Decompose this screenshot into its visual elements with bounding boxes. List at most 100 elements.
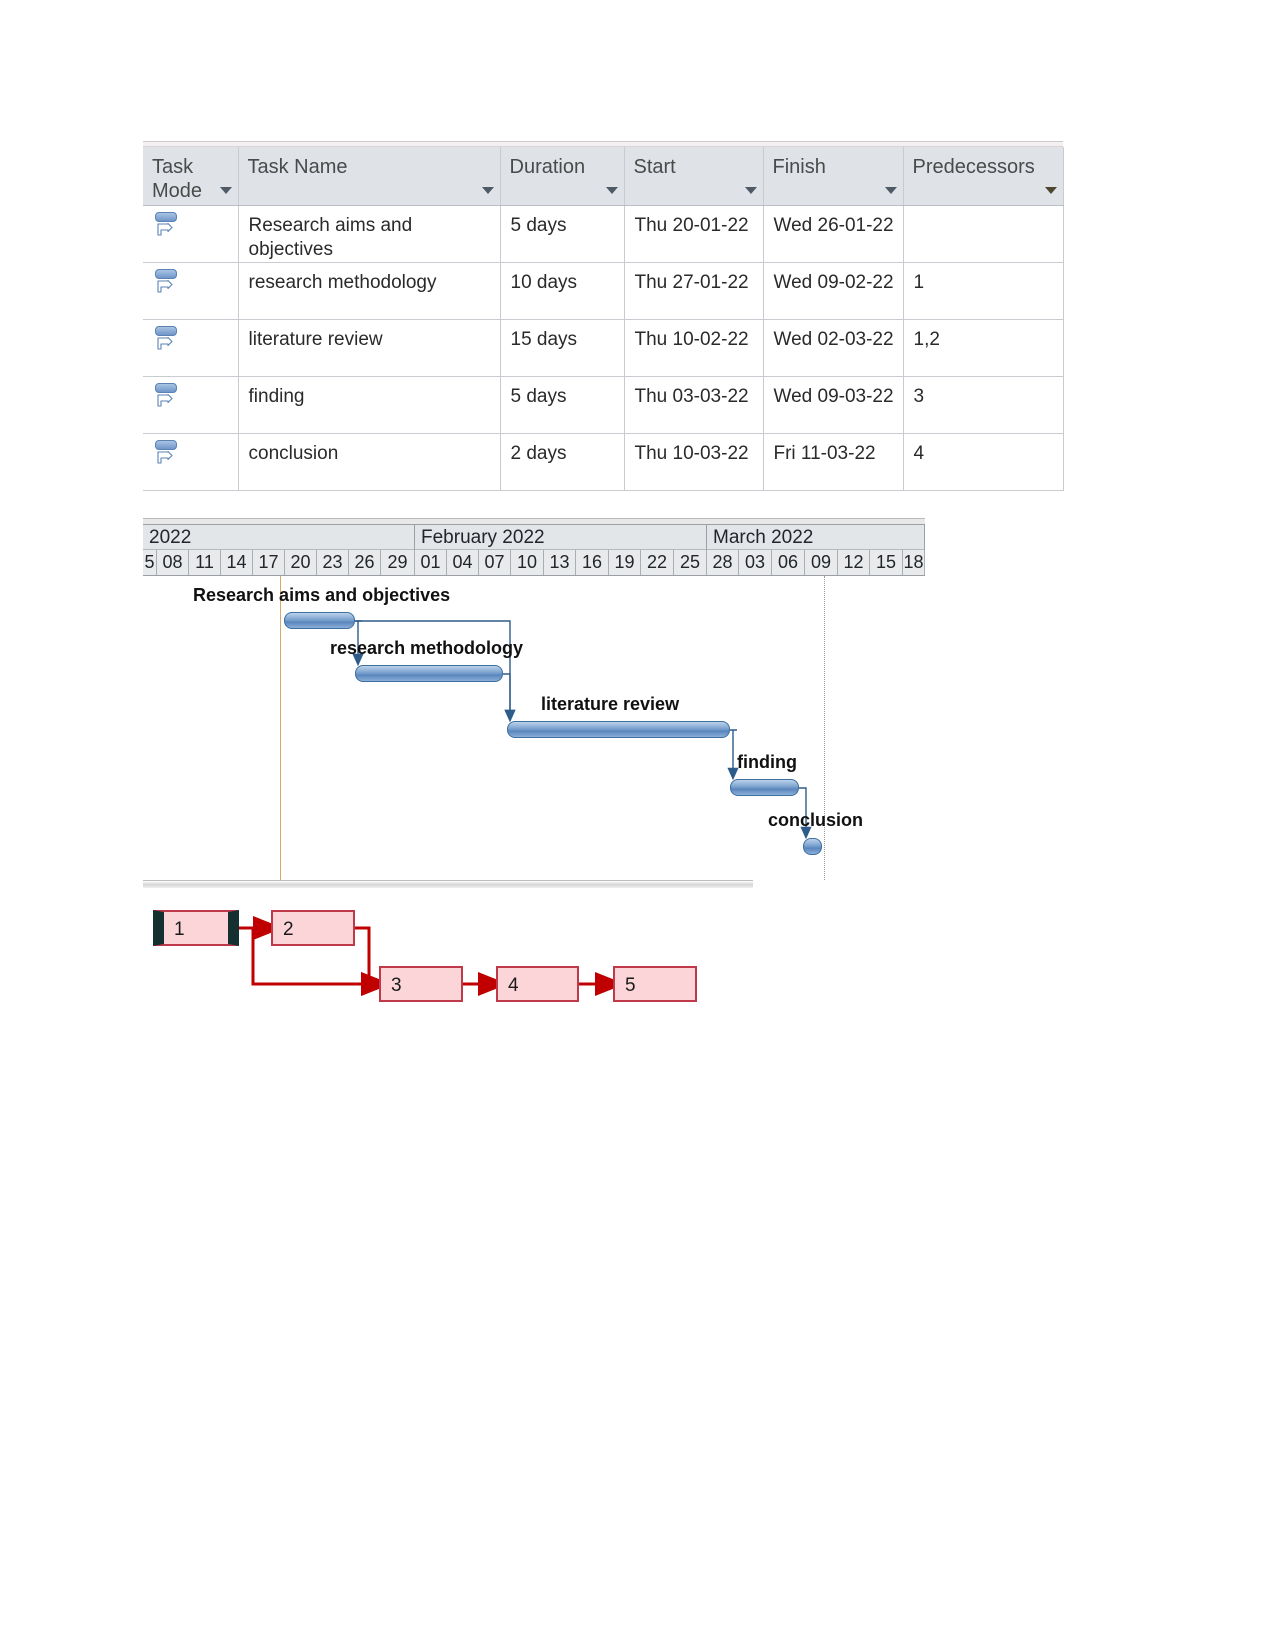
gantt-month-scale: 2022 February 2022 March 2022 <box>143 524 925 551</box>
gantt-bar-label: finding <box>737 752 797 772</box>
duration-text: 5 days <box>510 215 567 236</box>
cell-task-mode[interactable] <box>143 376 239 434</box>
table-header-row: Task Mode Task Name Duration Start Finis… <box>143 147 1064 206</box>
cell-predecessors[interactable]: 3 <box>903 376 1064 434</box>
gantt-bar[interactable] <box>284 612 355 629</box>
auto-schedule-icon[interactable] <box>155 212 181 240</box>
cell-start[interactable]: Thu 27-01-22 <box>624 262 764 320</box>
gantt-day-cell: 23 <box>317 550 349 575</box>
cell-task-name[interactable]: conclusion <box>238 433 501 491</box>
cell-task-name[interactable]: finding <box>238 376 501 434</box>
auto-schedule-icon[interactable] <box>155 269 181 297</box>
filter-caret-icon[interactable] <box>1044 187 1057 194</box>
column-header-task-mode[interactable]: Task Mode <box>143 147 239 206</box>
cell-finish[interactable]: Wed 09-02-22 <box>763 262 904 320</box>
cell-duration[interactable]: 5 days <box>500 205 625 263</box>
column-header-start-label: Start <box>633 156 676 178</box>
gantt-bar[interactable] <box>355 665 503 682</box>
gantt-day-cell: 03 <box>739 550 772 575</box>
gantt-chart: 2022 February 2022 March 2022 5 08 11 14 17 20 2… <box>143 518 925 888</box>
table-row[interactable]: conclusion 2 days Thu 10-03-22 Fri 11-03-22… <box>143 433 1064 491</box>
gantt-bar-label: research methodology <box>330 638 524 658</box>
gantt-bar[interactable] <box>803 838 822 855</box>
network-node[interactable]: 2 <box>271 910 355 946</box>
table-row[interactable]: literature review 15 days Thu 10-02-22 Wed … <box>143 319 1064 377</box>
gantt-link <box>727 729 739 781</box>
gantt-bar-label: conclusion <box>768 810 864 830</box>
column-header-task-name-label: Task Name <box>247 156 348 178</box>
cell-predecessors[interactable] <box>903 205 1064 263</box>
network-node[interactable]: 3 <box>379 966 463 1002</box>
column-header-predecessors-label: Predecessors <box>912 156 1035 178</box>
gantt-day-cell: 20 <box>285 550 317 575</box>
filter-caret-icon[interactable] <box>605 187 618 194</box>
column-header-predecessors[interactable]: Predecessors <box>903 147 1064 206</box>
cell-finish[interactable]: Fri 11-03-22 <box>763 433 904 491</box>
auto-schedule-icon[interactable] <box>155 383 181 411</box>
gantt-bar-label: Research aims and objectives <box>193 585 451 605</box>
gantt-bar-label: literature review <box>541 694 680 714</box>
task-name-text: finding <box>248 386 305 407</box>
cell-task-mode[interactable] <box>143 433 239 491</box>
network-node[interactable]: 5 <box>613 966 697 1002</box>
cell-task-name[interactable]: Research aims and objectives <box>238 205 501 263</box>
auto-schedule-arrow-icon <box>157 337 173 350</box>
gantt-bar[interactable] <box>507 721 730 738</box>
gantt-bar[interactable] <box>730 779 799 796</box>
cell-predecessors[interactable]: 1,2 <box>903 319 1064 377</box>
column-header-duration[interactable]: Duration <box>500 147 625 206</box>
cell-task-name[interactable]: literature review <box>238 319 501 377</box>
auto-schedule-icon[interactable] <box>155 440 181 468</box>
cell-task-mode[interactable] <box>143 262 239 320</box>
cell-task-mode[interactable] <box>143 319 239 377</box>
column-header-finish[interactable]: Finish <box>763 147 904 206</box>
predecessors-text: 3 <box>913 386 925 407</box>
cell-finish[interactable]: Wed 09-03-22 <box>763 376 904 434</box>
start-text: Thu 10-03-22 <box>634 443 749 464</box>
gantt-day-cell: 28 <box>707 550 739 575</box>
gantt-day-cell: 19 <box>609 550 641 575</box>
gantt-day-cell: 01 <box>415 550 447 575</box>
cell-predecessors[interactable]: 4 <box>903 433 1064 491</box>
network-node[interactable]: 1 <box>153 910 239 946</box>
cell-duration[interactable]: 10 days <box>500 262 625 320</box>
table-row[interactable]: finding 5 days Thu 03-03-22 Wed 09-03-22 3 <box>143 376 1064 434</box>
cell-start[interactable]: Thu 03-03-22 <box>624 376 764 434</box>
task-name-text: conclusion <box>248 443 339 464</box>
predecessors-text: 1,2 <box>913 329 940 350</box>
column-header-task-mode-label: Task Mode <box>152 156 203 203</box>
cell-start[interactable]: Thu 10-02-22 <box>624 319 764 377</box>
auto-schedule-arrow-icon <box>157 451 173 464</box>
cell-start[interactable]: Thu 20-01-22 <box>624 205 764 263</box>
start-text: Thu 03-03-22 <box>634 386 749 407</box>
gantt-link <box>503 673 516 723</box>
cell-finish[interactable]: Wed 02-03-22 <box>763 319 904 377</box>
duration-text: 15 days <box>510 329 578 350</box>
column-header-start[interactable]: Start <box>624 147 764 206</box>
cell-duration[interactable]: 5 days <box>500 376 625 434</box>
cell-finish[interactable]: Wed 26-01-22 <box>763 205 904 263</box>
finish-text: Wed 02-03-22 <box>773 329 894 350</box>
gantt-month-cell: 2022 <box>143 525 415 551</box>
column-header-task-name[interactable]: Task Name <box>238 147 501 206</box>
filter-caret-icon[interactable] <box>884 187 897 194</box>
table-row[interactable]: Research aims and objectives 5 days Thu 20… <box>143 205 1064 263</box>
task-table: Task Mode Task Name Duration Start Finis… <box>143 141 1064 491</box>
network-node[interactable]: 4 <box>496 966 579 1002</box>
auto-schedule-icon[interactable] <box>155 326 181 354</box>
filter-caret-icon[interactable] <box>219 187 232 194</box>
auto-schedule-arrow-icon <box>157 280 173 293</box>
cell-duration[interactable]: 2 days <box>500 433 625 491</box>
cell-duration[interactable]: 15 days <box>500 319 625 377</box>
cell-task-mode[interactable] <box>143 205 239 263</box>
cell-task-name[interactable]: research methodology <box>238 262 501 320</box>
network-diagram: 12345 <box>143 896 743 1016</box>
gantt-day-cell: 15 <box>870 550 903 575</box>
cell-predecessors[interactable]: 1 <box>903 262 1064 320</box>
gantt-day-cell: 13 <box>544 550 576 575</box>
filter-caret-icon[interactable] <box>481 187 494 194</box>
filter-caret-icon[interactable] <box>744 187 757 194</box>
gantt-day-cell: 17 <box>253 550 285 575</box>
table-row[interactable]: research methodology 10 days Thu 27-01-22 W… <box>143 262 1064 320</box>
cell-start[interactable]: Thu 10-03-22 <box>624 433 764 491</box>
